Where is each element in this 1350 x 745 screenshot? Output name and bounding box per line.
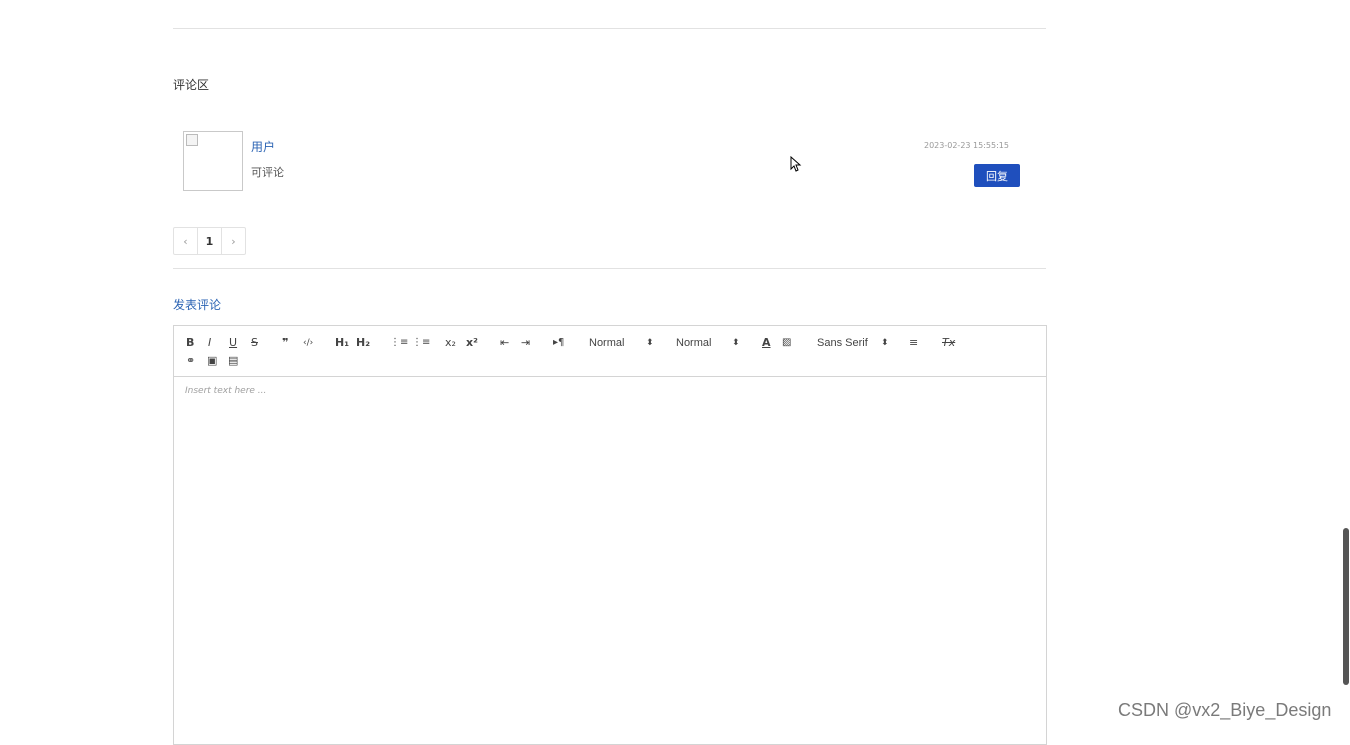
font-select[interactable]: Sans Serif — [817, 336, 868, 350]
align-button[interactable]: ≡ — [909, 336, 918, 350]
top-divider — [173, 28, 1046, 29]
pagination: ‹ 1 › — [173, 227, 246, 255]
watermark-text: CSDN @vx2_Biye_Design — [1118, 700, 1332, 720]
indent-button[interactable]: ⇥ — [521, 336, 530, 350]
subscript-button[interactable]: x₂ — [445, 336, 456, 350]
editor-toolbar: B I U S ❞ ‹/› H₁ H₂ ⋮≡ ⋮≡ x₂ x² ⇤ ⇥ ▸¶ N… — [174, 326, 1046, 377]
blockquote-button[interactable]: ❞ — [282, 336, 288, 350]
video-button[interactable]: ▤ — [228, 354, 238, 368]
bullet-list-button[interactable]: ⋮≡ — [412, 336, 430, 350]
text-color-button[interactable]: A — [762, 336, 771, 350]
comment-content: 可评论 — [251, 166, 284, 179]
size-select-arrow-icon[interactable]: ⬍ — [646, 336, 654, 350]
underline-button[interactable]: U — [229, 336, 237, 350]
italic-button[interactable]: I — [208, 336, 211, 350]
prev-page-button[interactable]: ‹ — [174, 228, 198, 254]
next-page-button[interactable]: › — [222, 228, 245, 254]
header-2-button[interactable]: H₂ — [356, 336, 370, 350]
clean-format-button[interactable]: Tx — [942, 336, 955, 350]
header-select[interactable]: Normal — [676, 336, 711, 350]
ordered-list-button[interactable]: ⋮≡ — [390, 336, 408, 350]
outdent-button[interactable]: ⇤ — [500, 336, 509, 350]
reply-button[interactable]: 回复 — [974, 164, 1020, 187]
background-color-button[interactable]: ▨ — [782, 336, 791, 350]
comment-username[interactable]: 用户 — [251, 138, 275, 155]
size-select[interactable]: Normal — [589, 336, 624, 350]
scrollbar-track[interactable] — [1342, 0, 1350, 731]
header-select-arrow-icon[interactable]: ⬍ — [732, 336, 740, 350]
link-button[interactable]: ⚭ — [186, 354, 195, 368]
comment-timestamp: 2023-02-23 15:55:15 — [924, 141, 1009, 150]
mouse-cursor-icon — [790, 156, 802, 172]
section-divider — [173, 268, 1046, 269]
broken-image-icon — [186, 134, 198, 146]
text-direction-button[interactable]: ▸¶ — [553, 336, 564, 350]
bold-button[interactable]: B — [186, 336, 194, 350]
comment-avatar — [183, 131, 243, 191]
page-1-button[interactable]: 1 — [198, 228, 222, 254]
superscript-button[interactable]: x² — [466, 336, 478, 350]
editor-placeholder[interactable]: Insert text here ... — [185, 386, 266, 396]
font-select-arrow-icon[interactable]: ⬍ — [881, 336, 889, 350]
scrollbar-thumb[interactable] — [1343, 528, 1349, 685]
header-1-button[interactable]: H₁ — [335, 336, 349, 350]
post-comment-title: 发表评论 — [173, 298, 222, 312]
code-block-button[interactable]: ‹/› — [303, 336, 313, 350]
strike-button[interactable]: S — [251, 336, 258, 350]
image-button[interactable]: ▣ — [207, 354, 217, 368]
rich-text-editor: B I U S ❞ ‹/› H₁ H₂ ⋮≡ ⋮≡ x₂ x² ⇤ ⇥ ▸¶ N… — [173, 325, 1047, 745]
comment-section-title: 评论区 — [173, 78, 210, 92]
